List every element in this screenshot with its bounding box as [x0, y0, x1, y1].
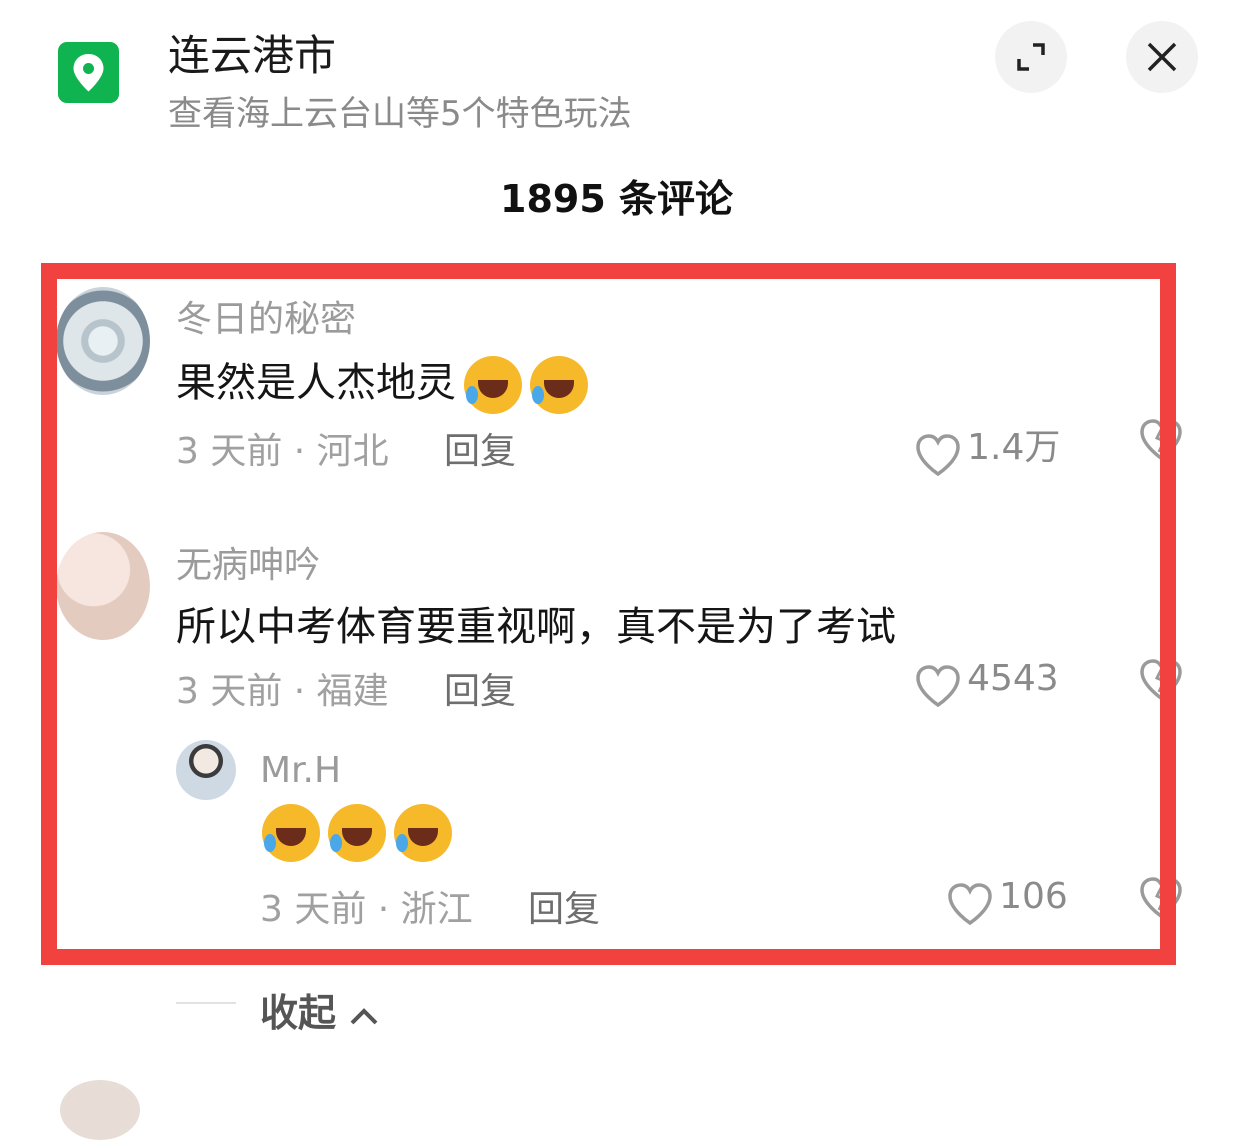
- reply-meta: 3 天前 · 浙江: [260, 889, 473, 930]
- avatar[interactable]: [60, 1080, 140, 1140]
- heart-icon: [916, 664, 960, 707]
- avatar[interactable]: [56, 532, 150, 640]
- expand-icon: [1017, 43, 1045, 71]
- dislike-icon: [1140, 659, 1182, 701]
- dislike-button[interactable]: [1138, 656, 1184, 706]
- dislike-icon: [1140, 419, 1182, 461]
- dislike-button[interactable]: [1138, 874, 1184, 924]
- like-count: 106: [999, 876, 1068, 917]
- like-count: 1.4万: [967, 427, 1061, 468]
- location-pin-icon: [58, 42, 119, 103]
- chevron-up-icon: [350, 1007, 378, 1024]
- collapse-label: 收起: [260, 991, 337, 1035]
- laughing-crying-emoji: [464, 356, 522, 414]
- expand-button[interactable]: [995, 21, 1067, 93]
- location-title[interactable]: 连云港市: [168, 22, 336, 83]
- comment-text: 所以中考体育要重视啊，真不是为了考试: [176, 604, 896, 650]
- like-button[interactable]: 4543: [914, 658, 1059, 709]
- avatar[interactable]: [56, 287, 150, 395]
- reply-button[interactable]: 回复: [528, 880, 600, 932]
- collapse-button[interactable]: 收起: [260, 982, 379, 1037]
- heart-icon: [948, 882, 992, 925]
- laughing-crying-emoji: [530, 356, 588, 414]
- reply-button[interactable]: 回复: [444, 422, 516, 474]
- heart-icon: [916, 433, 960, 476]
- laughing-crying-emoji: [394, 804, 452, 862]
- like-button[interactable]: 106: [946, 876, 1068, 927]
- comment-username[interactable]: 冬日的秘密: [176, 290, 356, 342]
- laughing-crying-emoji: [328, 804, 386, 862]
- like-button[interactable]: 1.4万: [914, 418, 1060, 478]
- comment-count: 1895 条评论: [500, 177, 733, 221]
- comment-text-content: 果然是人杰地灵: [176, 360, 456, 406]
- laughing-crying-emoji: [262, 804, 320, 862]
- comment-text: 果然是人杰地灵: [176, 350, 588, 414]
- comment-username[interactable]: 无病呻吟: [176, 536, 320, 588]
- reply-text: [254, 804, 452, 862]
- avatar[interactable]: [176, 740, 236, 800]
- close-button[interactable]: [1126, 21, 1198, 93]
- reply-username[interactable]: Mr.H: [260, 750, 341, 791]
- reply-button[interactable]: 回复: [444, 662, 516, 714]
- location-subtitle[interactable]: 查看海上云台山等5个特色玩法: [168, 86, 632, 135]
- divider: [176, 1002, 236, 1004]
- comment-meta: 3 天前 · 福建: [176, 671, 389, 712]
- dislike-icon: [1140, 877, 1182, 919]
- dislike-button[interactable]: [1138, 416, 1184, 466]
- comment-meta: 3 天前 · 河北: [176, 431, 389, 472]
- close-icon: [1147, 42, 1177, 72]
- like-count: 4543: [967, 658, 1059, 699]
